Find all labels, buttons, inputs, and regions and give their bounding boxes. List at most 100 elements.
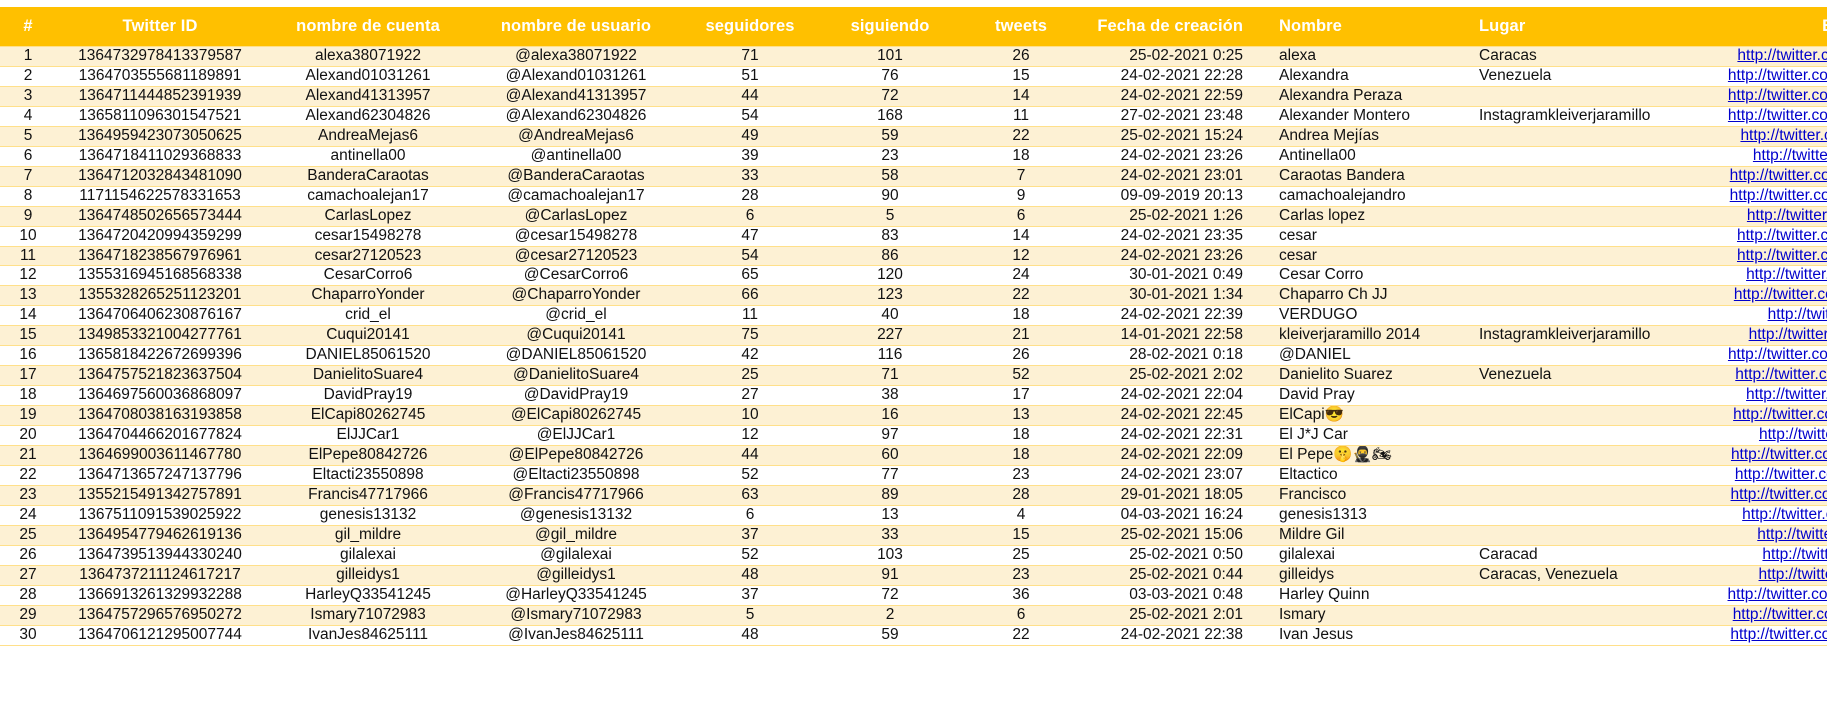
cell-user-name[interactable]: @Ismary71072983 bbox=[472, 604, 680, 626]
cell-account-name[interactable]: DanielitoSuare4 bbox=[264, 365, 472, 387]
table-row[interactable]: 6 1364718411029368833 antinella00 @antinell… bbox=[0, 145, 1827, 167]
cell-tweets[interactable]: 22 bbox=[960, 125, 1082, 147]
cell-account-name[interactable]: gil_mildre bbox=[264, 524, 472, 546]
cell-followers[interactable]: 12 bbox=[680, 425, 820, 447]
cell-index[interactable]: 24 bbox=[0, 504, 56, 526]
cell-created-date[interactable]: 24-02-2021 23:26 bbox=[1082, 145, 1257, 167]
cell-account-name[interactable]: alexa38071922 bbox=[264, 46, 472, 67]
cell-twitter-id[interactable]: 1364732978413379587 bbox=[56, 46, 264, 67]
cell-created-date[interactable]: 24-02-2021 22:04 bbox=[1082, 385, 1257, 407]
cell-account-name[interactable]: genesis13132 bbox=[264, 504, 472, 526]
cell-name[interactable]: Antinella00 bbox=[1257, 145, 1473, 167]
cell-following[interactable]: 33 bbox=[820, 524, 960, 546]
cell-link[interactable]: http://twitter.com/ElJJCar1 bbox=[1715, 425, 1827, 447]
cell-tweets[interactable]: 24 bbox=[960, 265, 1082, 287]
twitter-profile-link[interactable]: http://twitter.com/AndreaMejas6 bbox=[1740, 127, 1827, 144]
cell-following[interactable]: 59 bbox=[820, 624, 960, 646]
cell-followers[interactable]: 39 bbox=[680, 145, 820, 167]
cell-index[interactable]: 3 bbox=[0, 85, 56, 107]
cell-created-date[interactable]: 25-02-2021 2:01 bbox=[1082, 604, 1257, 626]
cell-following[interactable]: 227 bbox=[820, 325, 960, 347]
cell-following[interactable]: 97 bbox=[820, 425, 960, 447]
cell-place[interactable] bbox=[1473, 465, 1715, 486]
cell-link[interactable]: http://twitter.com/CarlasLopez bbox=[1715, 205, 1827, 227]
cell-link[interactable]: http://twitter.com/IvanJes84625111 bbox=[1715, 624, 1827, 646]
cell-user-name[interactable]: @genesis13132 bbox=[472, 504, 680, 526]
cell-created-date[interactable]: 25-02-2021 0:50 bbox=[1082, 544, 1257, 566]
cell-index[interactable]: 20 bbox=[0, 425, 56, 447]
cell-followers[interactable]: 5 bbox=[680, 604, 820, 626]
cell-created-date[interactable]: 25-02-2021 15:06 bbox=[1082, 524, 1257, 546]
twitter-profile-link[interactable]: http://twitter.com/DanielitoSuare4 bbox=[1735, 367, 1827, 384]
cell-link[interactable]: http://twitter.com/CesarCorro6 bbox=[1715, 265, 1827, 287]
cell-link[interactable]: http://twitter.com/cesar15498278 bbox=[1715, 225, 1827, 247]
cell-index[interactable]: 25 bbox=[0, 524, 56, 546]
twitter-profile-link[interactable]: http://twitter.com/Cuqui20141 bbox=[1749, 327, 1827, 344]
cell-account-name[interactable]: ElPepe80842726 bbox=[264, 445, 472, 467]
cell-index[interactable]: 18 bbox=[0, 385, 56, 407]
cell-link[interactable]: http://twitter.com/Cuqui20141 bbox=[1715, 325, 1827, 347]
table-row[interactable]: 20 1364704466201677824 ElJJCar1 @ElJJCar1 12… bbox=[0, 425, 1827, 447]
cell-created-date[interactable]: 30-01-2021 1:34 bbox=[1082, 285, 1257, 307]
cell-link[interactable]: http://twitter.com/alexa38071922 bbox=[1715, 46, 1827, 67]
table-row[interactable]: 24 1367511091539025922 genesis13132 @genesi… bbox=[0, 504, 1827, 526]
cell-place[interactable] bbox=[1473, 584, 1715, 606]
cell-created-date[interactable]: 24-02-2021 22:38 bbox=[1082, 624, 1257, 646]
cell-place[interactable] bbox=[1473, 85, 1715, 107]
cell-link[interactable]: http://twitter.com/camachoalejan17 bbox=[1715, 185, 1827, 207]
cell-account-name[interactable]: Ismary71072983 bbox=[264, 604, 472, 626]
twitter-profile-link[interactable]: http://twitter.com/gilleidys1 bbox=[1759, 566, 1827, 583]
cell-created-date[interactable]: 25-02-2021 1:26 bbox=[1082, 205, 1257, 227]
table-row[interactable]: 12 1355316945168568338 CesarCorro6 @CesarCo… bbox=[0, 265, 1827, 287]
cell-place[interactable] bbox=[1473, 225, 1715, 247]
cell-place[interactable] bbox=[1473, 624, 1715, 646]
cell-link[interactable]: http://twitter.com/DANIEL85061520 bbox=[1715, 345, 1827, 367]
cell-following[interactable]: 72 bbox=[820, 584, 960, 606]
cell-link[interactable]: http://twitter.com/DavidPray19 bbox=[1715, 385, 1827, 407]
cell-name[interactable]: Alexandra Peraza bbox=[1257, 85, 1473, 107]
table-row[interactable]: 10 1364720420994359299 cesar15498278 @cesar… bbox=[0, 225, 1827, 247]
cell-following[interactable]: 60 bbox=[820, 445, 960, 467]
cell-following[interactable]: 77 bbox=[820, 465, 960, 486]
cell-name[interactable]: Ismary bbox=[1257, 604, 1473, 626]
cell-name[interactable]: Francisco bbox=[1257, 484, 1473, 506]
cell-twitter-id[interactable]: 1364718411029368833 bbox=[56, 145, 264, 167]
cell-link[interactable]: http://twitter.com/Alexand01031261 bbox=[1715, 65, 1827, 87]
cell-following[interactable]: 123 bbox=[820, 285, 960, 307]
cell-name[interactable]: camachoalejandro bbox=[1257, 185, 1473, 207]
cell-twitter-id[interactable]: 1364704466201677824 bbox=[56, 425, 264, 447]
cell-account-name[interactable]: Alexand41313957 bbox=[264, 85, 472, 107]
twitter-profile-link[interactable]: http://twitter.com/antinella00 bbox=[1753, 147, 1827, 164]
cell-name[interactable]: Ivan Jesus bbox=[1257, 624, 1473, 646]
cell-created-date[interactable]: 03-03-2021 0:48 bbox=[1082, 584, 1257, 606]
cell-link[interactable]: http://twitter.com/antinella00 bbox=[1715, 145, 1827, 167]
cell-account-name[interactable]: IvanJes84625111 bbox=[264, 624, 472, 646]
cell-user-name[interactable]: @cesar27120523 bbox=[472, 245, 680, 267]
cell-following[interactable]: 91 bbox=[820, 564, 960, 586]
cell-following[interactable]: 59 bbox=[820, 125, 960, 147]
cell-following[interactable]: 103 bbox=[820, 544, 960, 566]
cell-index[interactable]: 21 bbox=[0, 445, 56, 467]
cell-twitter-id[interactable]: 1364720420994359299 bbox=[56, 225, 264, 247]
cell-following[interactable]: 168 bbox=[820, 105, 960, 127]
cell-created-date[interactable]: 25-02-2021 2:02 bbox=[1082, 365, 1257, 387]
cell-followers[interactable]: 6 bbox=[680, 205, 820, 227]
cell-link[interactable]: http://twitter.com/gilalexai bbox=[1715, 544, 1827, 566]
cell-created-date[interactable]: 30-01-2021 0:49 bbox=[1082, 265, 1257, 287]
cell-tweets[interactable]: 22 bbox=[960, 285, 1082, 307]
cell-user-name[interactable]: @HarleyQ33541245 bbox=[472, 584, 680, 606]
cell-following[interactable]: 76 bbox=[820, 65, 960, 87]
twitter-profile-link[interactable]: http://twitter.com/genesis13132 bbox=[1742, 506, 1827, 523]
cell-user-name[interactable]: @DANIEL85061520 bbox=[472, 345, 680, 367]
cell-place[interactable] bbox=[1473, 504, 1715, 526]
twitter-profile-link[interactable]: http://twitter.com/Alexand62304826 bbox=[1728, 107, 1827, 124]
cell-name[interactable]: cesar bbox=[1257, 245, 1473, 267]
cell-followers[interactable]: 65 bbox=[680, 265, 820, 287]
cell-twitter-id[interactable]: 1364959423073050625 bbox=[56, 125, 264, 147]
cell-name[interactable]: Chaparro Ch JJ bbox=[1257, 285, 1473, 307]
cell-twitter-id[interactable]: 1366913261329932288 bbox=[56, 584, 264, 606]
table-row[interactable]: 23 1355215491342757891 Francis47717966 @Fra… bbox=[0, 484, 1827, 506]
cell-name[interactable]: Danielito Suarez bbox=[1257, 365, 1473, 387]
cell-link[interactable]: http://twitter.com/gil_mildre bbox=[1715, 524, 1827, 546]
cell-index[interactable]: 29 bbox=[0, 604, 56, 626]
